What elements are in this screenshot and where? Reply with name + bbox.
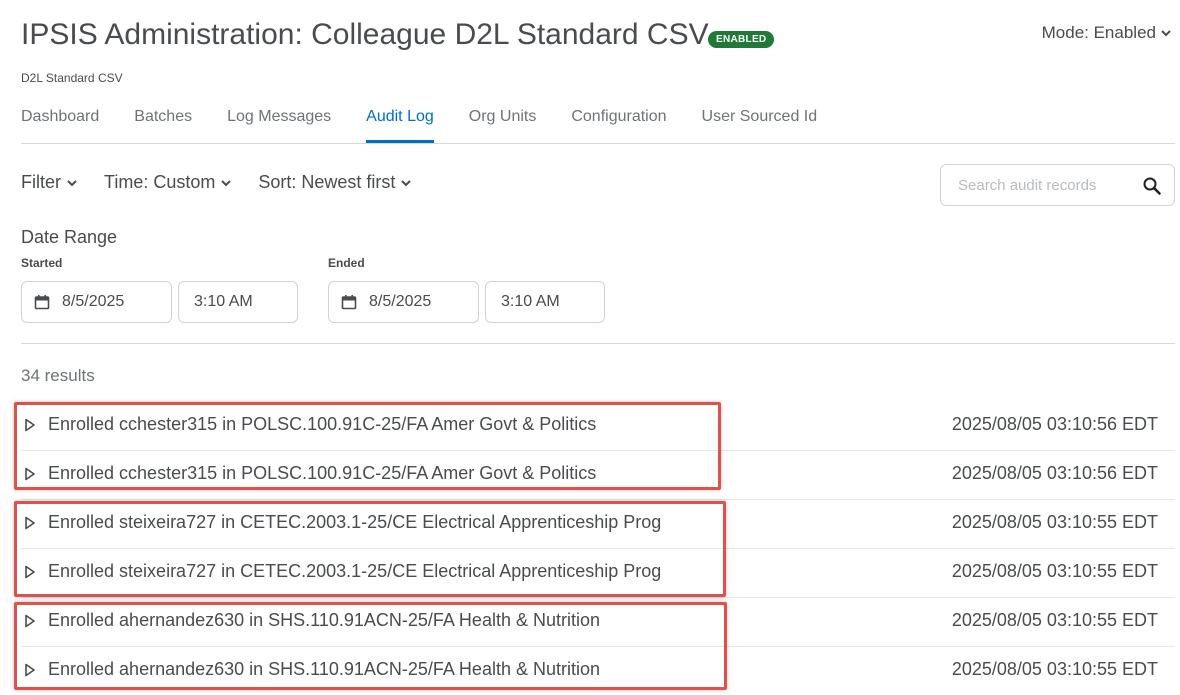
filter-dropdown[interactable]: Filter [21, 172, 78, 193]
calendar-icon [34, 295, 50, 310]
audit-record-timestamp: 2025/08/05 03:10:55 EDT [951, 512, 1158, 532]
mode-label: Mode: Enabled [1041, 23, 1156, 42]
search-input[interactable] [956, 175, 1140, 195]
highlight-box [14, 402, 721, 490]
tab-user-sourced-id[interactable]: User Sourced Id [702, 108, 818, 143]
chevron-down-icon [401, 179, 412, 186]
status-badge: ENABLED [708, 31, 775, 48]
started-date-field[interactable]: 8/5/2025 [21, 281, 172, 323]
sort-dropdown[interactable]: Sort: Newest first [258, 172, 412, 193]
chevron-down-icon [1161, 30, 1171, 37]
ended-date-field[interactable]: 8/5/2025 [328, 281, 479, 323]
search-box [940, 164, 1175, 206]
audit-record-timestamp: 2025/08/05 03:10:55 EDT [951, 561, 1158, 581]
started-date-value: 8/5/2025 [62, 293, 125, 310]
calendar-icon [341, 295, 357, 310]
ended-time-field[interactable]: 3:10 AM [485, 281, 605, 323]
time-label: Time: Custom [104, 172, 216, 192]
mode-dropdown[interactable]: Mode: Enabled [1042, 23, 1172, 43]
started-label: Started [21, 256, 63, 270]
audit-record-timestamp: 2025/08/05 03:10:55 EDT [951, 610, 1158, 630]
results-count: 34 results [21, 366, 95, 385]
ended-date-value: 8/5/2025 [369, 293, 432, 310]
chevron-down-icon [221, 179, 232, 186]
tab-configuration[interactable]: Configuration [571, 108, 666, 143]
tab-org-units[interactable]: Org Units [469, 108, 537, 143]
filter-label: Filter [21, 172, 61, 192]
search-icon[interactable] [1142, 176, 1162, 196]
sort-label: Sort: Newest first [258, 172, 396, 192]
started-time-field[interactable]: 3:10 AM [178, 281, 298, 323]
tab-log-messages[interactable]: Log Messages [227, 108, 331, 143]
time-dropdown[interactable]: Time: Custom [104, 172, 232, 193]
started-time-value: 3:10 AM [194, 293, 253, 310]
page-title: IPSIS Administration: Colleague D2L Stan… [21, 18, 709, 51]
section-divider [21, 343, 1175, 344]
tab-bar: Dashboard Batches Log Messages Audit Log… [21, 108, 852, 143]
page-subtitle: D2L Standard CSV [21, 71, 123, 85]
tab-audit-log[interactable]: Audit Log [366, 108, 434, 143]
audit-record-timestamp: 2025/08/05 03:10:56 EDT [951, 414, 1158, 434]
date-range-heading: Date Range [21, 227, 118, 247]
tab-batches[interactable]: Batches [134, 108, 192, 143]
ended-label: Ended [328, 256, 365, 270]
highlight-box [14, 501, 726, 597]
ended-time-value: 3:10 AM [501, 293, 560, 310]
highlight-box [14, 602, 727, 690]
audit-record-timestamp: 2025/08/05 03:10:56 EDT [951, 463, 1158, 483]
tab-dashboard[interactable]: Dashboard [21, 108, 99, 143]
chevron-down-icon [67, 179, 77, 186]
tab-divider [21, 143, 1175, 144]
filter-bar: Filter Time: Custom Sort: Newest first [21, 172, 412, 193]
audit-record-timestamp: 2025/08/05 03:10:55 EDT [951, 659, 1158, 679]
